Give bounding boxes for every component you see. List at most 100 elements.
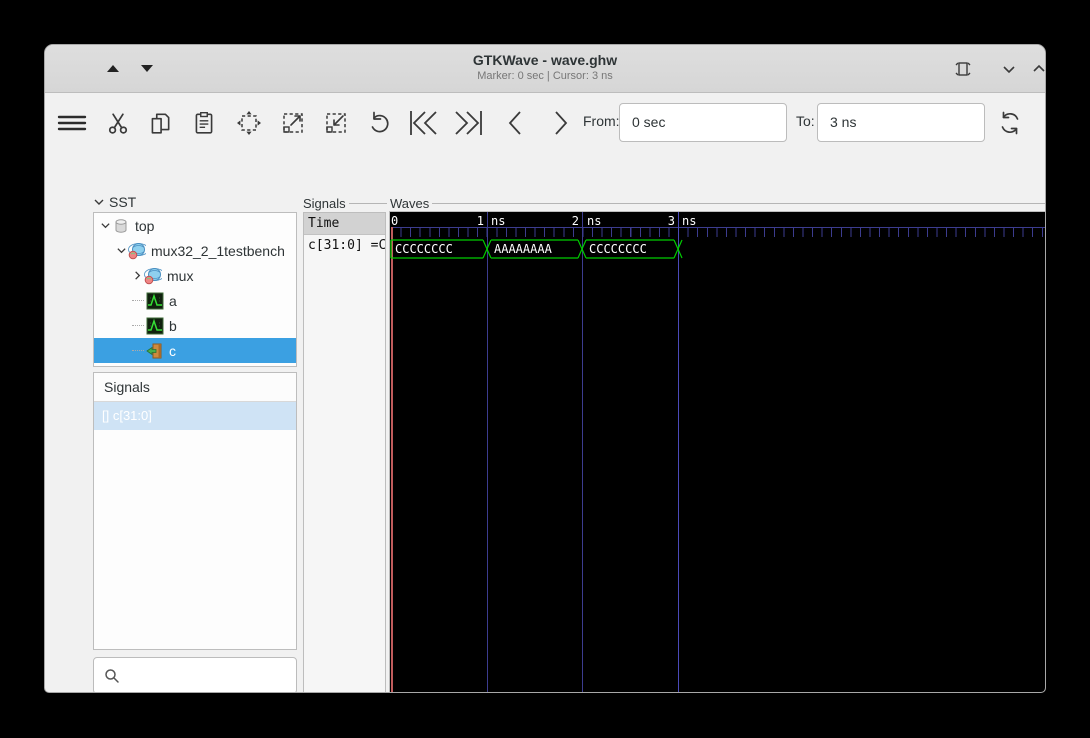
signals-list-header: Signals	[94, 373, 296, 402]
sst-label: SST	[109, 194, 137, 210]
search-icon	[105, 668, 119, 683]
expander-open-icon[interactable]	[98, 219, 112, 233]
port-out-icon	[146, 343, 162, 358]
signal-search-input[interactable]	[93, 657, 297, 692]
tree-item-label: b	[169, 317, 177, 334]
maximize-button[interactable]	[1027, 57, 1045, 81]
tree-item-b[interactable]: b	[94, 313, 296, 338]
bus-value: CCCCCCCC	[589, 242, 647, 256]
zoom-in-button[interactable]	[276, 106, 310, 140]
menu-icon	[57, 115, 87, 131]
fullscreen-button[interactable]	[951, 57, 975, 81]
zoom-out-icon	[326, 113, 346, 133]
window-subtitle: Marker: 0 sec | Cursor: 3 ns	[477, 70, 613, 82]
tree-item-mux[interactable]: mux	[94, 263, 296, 288]
marker-line-0s	[391, 227, 393, 692]
shade-down-icon[interactable]	[141, 65, 153, 72]
to-label: To:	[796, 113, 815, 129]
time-header[interactable]: Time	[304, 213, 385, 235]
ruler-tick-unit: ns	[587, 214, 602, 228]
ruler-tick-unit: ns	[682, 214, 697, 228]
signals-list-item[interactable]: [] c[31:0]	[94, 402, 296, 430]
expander-closed-icon[interactable]	[130, 269, 144, 283]
to-input[interactable]: 3 ns	[817, 103, 985, 142]
tree-item-top[interactable]: top	[94, 213, 296, 238]
skip-to-start-icon	[410, 111, 437, 135]
signal-names-column: Time c[31:0] =CCCCCCCC	[303, 212, 386, 692]
toolbar: From: 0 sec To: 3 ns	[45, 94, 1045, 151]
tree-item-label: mux32_2_1testbench	[151, 242, 285, 259]
tree-item-label: a	[169, 292, 177, 309]
chevron-down-icon	[1003, 66, 1015, 74]
zoom-in-icon	[283, 113, 303, 133]
skip-to-end-button[interactable]	[451, 106, 485, 140]
sst-tree: top mux32_2_1testbench mux a b c	[93, 212, 297, 367]
paste-button[interactable]	[187, 106, 221, 140]
grid-line-2ns	[582, 212, 583, 692]
bus-value: CCCCCCCC	[395, 242, 453, 256]
timeline-ticks	[391, 227, 1045, 237]
copy-button[interactable]	[143, 106, 177, 140]
module-icon	[144, 267, 162, 284]
bus-value: AAAAAAAA	[494, 242, 553, 256]
tree-connector	[132, 325, 144, 326]
cut-button[interactable]	[101, 106, 135, 140]
gtkwave-window: GTKWave - wave.ghw Marker: 0 sec | Curso…	[44, 44, 1046, 693]
tree-item-a[interactable]: a	[94, 288, 296, 313]
grid-line-1ns	[487, 212, 488, 692]
ruler-tick-unit: ns	[491, 214, 506, 228]
signals-frame-text: Signals	[303, 195, 346, 211]
tree-item-testbench[interactable]: mux32_2_1testbench	[94, 238, 296, 263]
ruler-tick-num: 1	[476, 214, 484, 228]
signals-list-panel: Signals [] c[31:0]	[93, 372, 297, 650]
skip-to-end-icon	[455, 111, 482, 135]
undo-icon	[371, 111, 389, 133]
window-title: GTKWave - wave.ghw	[472, 52, 618, 68]
next-edge-button[interactable]	[543, 106, 577, 140]
ruler-tick-num: 2	[571, 214, 579, 228]
chevron-down-icon	[94, 199, 104, 205]
zoom-fit-button[interactable]	[232, 106, 266, 140]
hierarchy-top-icon	[115, 218, 127, 233]
minimize-button[interactable]	[997, 57, 1021, 81]
sst-expander[interactable]: SST	[93, 193, 136, 211]
shade-up-icon[interactable]	[107, 65, 119, 72]
desktop-background: GTKWave - wave.ghw Marker: 0 sec | Curso…	[0, 0, 1090, 738]
tree-item-c[interactable]: c	[94, 338, 296, 363]
tree-item-label: mux	[167, 267, 194, 284]
wave-signal-icon	[146, 292, 164, 309]
copy-icon	[151, 113, 170, 134]
paste-icon	[195, 112, 213, 134]
bus-waveform-c[interactable]: CCCCCCCC AAAAAAAA CCCCCCCC	[390, 238, 1046, 260]
from-input[interactable]: 0 sec	[619, 103, 787, 142]
wave-canvas[interactable]: 0 1 ns 2 ns 3 ns CCCCCCCC AAAAAAAA CCCCC…	[390, 212, 1046, 692]
zoom-out-button[interactable]	[319, 106, 353, 140]
ruler-tick-num: 3	[667, 214, 675, 228]
wave-signal-icon	[146, 317, 164, 334]
tree-connector	[132, 350, 144, 351]
title-bar[interactable]: GTKWave - wave.ghw Marker: 0 sec | Curso…	[45, 45, 1045, 93]
waves-panel: 0 1 ns 2 ns 3 ns CCCCCCCC AAAAAAAA CCCCC…	[389, 211, 1046, 692]
frame-rule	[432, 202, 1045, 204]
from-label: From:	[583, 113, 620, 129]
chevron-up-icon	[1033, 64, 1045, 72]
chevron-left-icon	[508, 111, 521, 135]
waves-frame-text: Waves	[390, 195, 430, 211]
signal-name-row[interactable]: c[31:0] =CCCCCCCC	[304, 235, 385, 256]
waves-frame-label: Waves	[390, 195, 1045, 211]
undo-button[interactable]	[363, 106, 397, 140]
tree-connector	[132, 300, 144, 301]
cut-icon	[108, 113, 128, 134]
menu-button[interactable]	[55, 106, 89, 140]
module-icon	[128, 242, 146, 259]
prev-edge-button[interactable]	[499, 106, 533, 140]
skip-to-start-button[interactable]	[407, 106, 441, 140]
zoom-fit-icon	[237, 111, 261, 135]
reload-button[interactable]	[993, 106, 1027, 140]
expander-open-icon[interactable]	[114, 244, 128, 258]
reload-icon	[1001, 111, 1019, 135]
tree-item-label: c	[169, 342, 176, 359]
fullscreen-icon	[955, 62, 971, 76]
tree-item-label: top	[135, 217, 155, 234]
chevron-right-icon	[555, 111, 568, 135]
